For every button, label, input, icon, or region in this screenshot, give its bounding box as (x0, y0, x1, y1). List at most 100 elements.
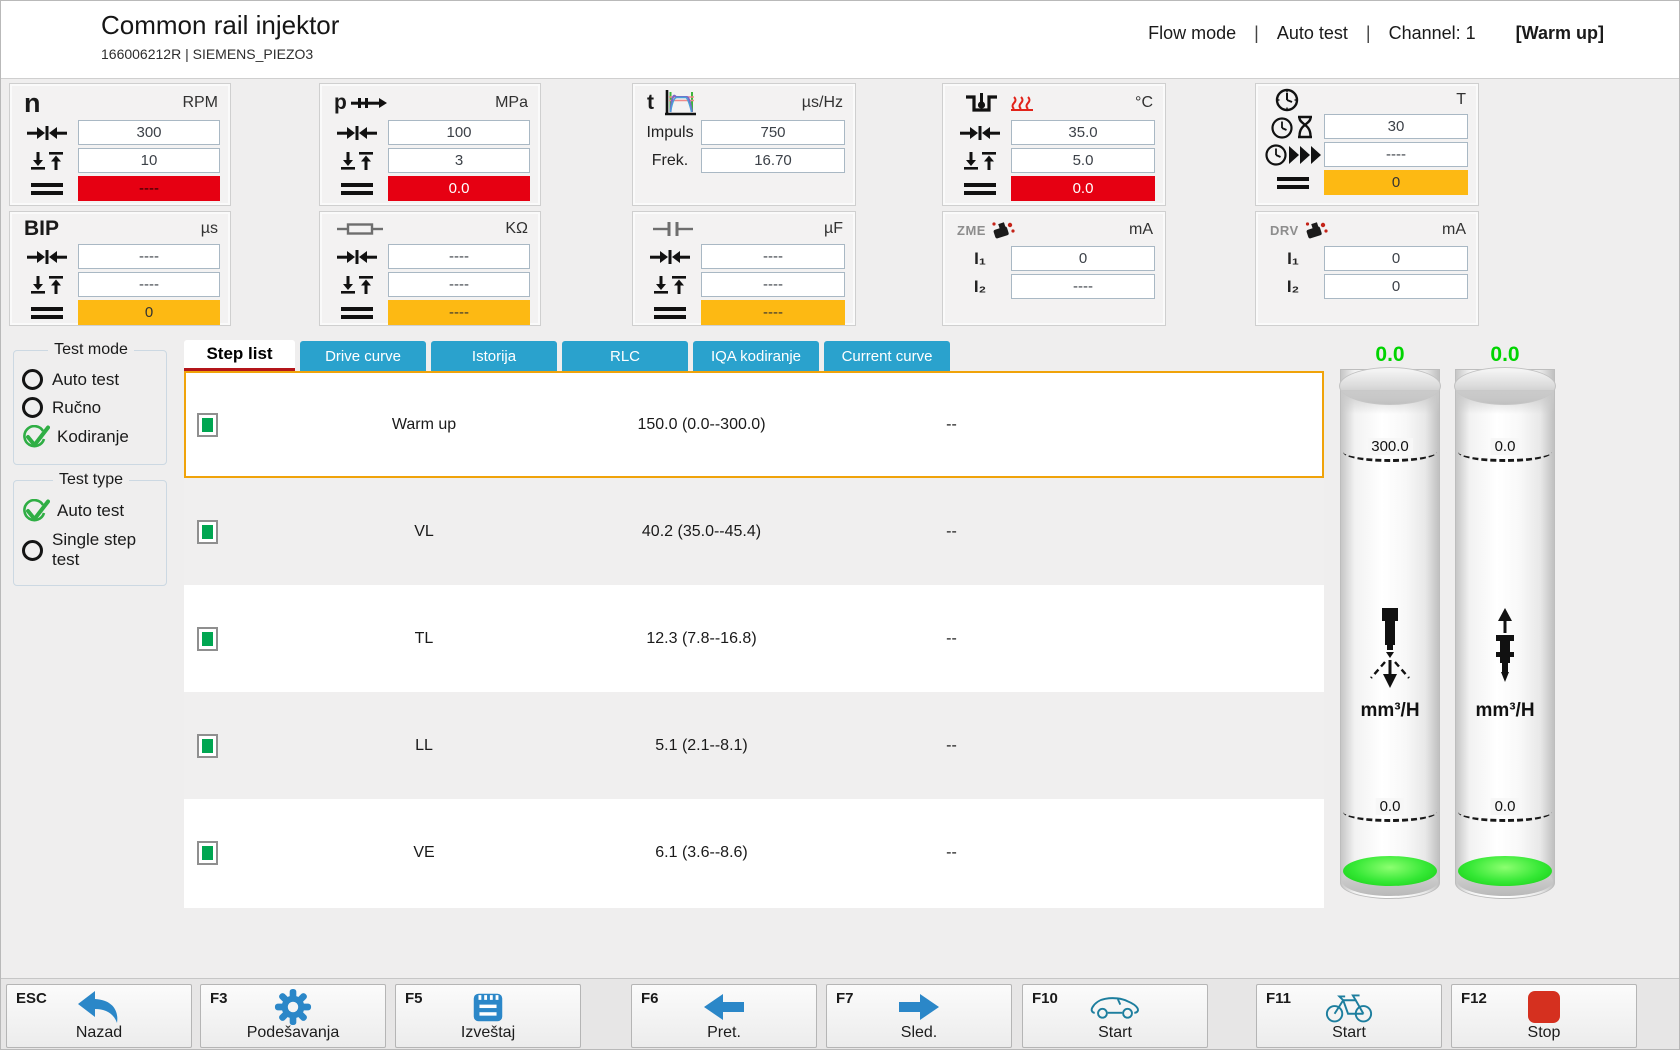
esc-back-button[interactable]: ESC Nazad (6, 984, 192, 1048)
radio-kodiranje[interactable]: Kodiranje (22, 425, 160, 449)
app-window: Common rail injektor 166006212R | SIEMEN… (0, 0, 1680, 1050)
separator: | (1366, 23, 1371, 44)
radio-checked-icon[interactable] (22, 425, 48, 449)
rpm-set-field[interactable]: 300 (78, 120, 220, 145)
clock-icon (1270, 88, 1304, 112)
injector-return-up-icon (1456, 608, 1554, 694)
setpoint-icon (16, 249, 78, 265)
step-list: Warm up 150.0 (0.0--300.0) -- VL 40.2 (3… (184, 371, 1324, 908)
flow-mode-label: Flow mode (1148, 23, 1236, 44)
bip-unit: µs (201, 220, 218, 238)
gauge-cylinder: 300.0 mm³/H 0.0 (1340, 369, 1440, 899)
button-label: Start (1023, 1024, 1207, 1042)
step-value: 5.1 (2.1--8.1) (604, 737, 799, 755)
actual-value-icon (326, 306, 388, 320)
radio-checked-icon[interactable] (22, 499, 48, 523)
clock-fastforward-icon (1262, 143, 1324, 167)
gauge-unit-label: mm³/H (1341, 700, 1439, 722)
flow-gauge-delivery: 0.0 300.0 mm³/H 0.0 (1340, 343, 1440, 903)
drv-i2-field: 0 (1324, 274, 1468, 299)
f11-start-bicycle-button[interactable]: F11 Start (1256, 984, 1442, 1048)
tolerance-icon (326, 276, 388, 294)
radio-type-auto-test[interactable]: Auto test (22, 499, 160, 523)
f10-start-car-button[interactable]: F10 Start (1022, 984, 1208, 1048)
step-checkbox[interactable] (197, 627, 218, 651)
test-type-group: Test type Auto test Single step test (13, 471, 167, 586)
drv-i2-label: I₂ (1262, 277, 1324, 297)
drv-unit: mA (1442, 221, 1466, 239)
temperature-tolerance-field[interactable]: 5.0 (1011, 148, 1155, 173)
bip-tolerance-field[interactable]: ---- (78, 272, 220, 297)
step-checkbox[interactable] (197, 520, 218, 544)
radio-unchecked-icon[interactable] (22, 540, 43, 561)
f3-settings-button[interactable]: F3 Podešavanja (200, 984, 386, 1048)
temperature-set-field[interactable]: 35.0 (1011, 120, 1155, 145)
channel-label: Channel: 1 (1389, 23, 1476, 44)
panel-temperature: °C 35.0 5.0 0.0 (942, 83, 1166, 206)
temperature-unit: °C (1135, 94, 1153, 112)
gauge-lower-mark: 0.0 (1343, 802, 1437, 822)
step-row-ve[interactable]: VE 6.1 (3.6--8.6) -- (184, 799, 1324, 906)
step-checkbox[interactable] (197, 841, 218, 865)
button-label: Start (1257, 1024, 1441, 1042)
radio-auto-test[interactable]: Auto test (22, 369, 160, 390)
pressure-symbol: p (334, 91, 347, 115)
button-label: Nazad (7, 1024, 191, 1042)
step-row-ll[interactable]: LL 5.1 (2.1--8.1) -- (184, 692, 1324, 799)
pressure-tolerance-field[interactable]: 3 (388, 148, 530, 173)
pressure-unit: MPa (495, 94, 528, 112)
time-set-field[interactable]: 30 (1324, 114, 1468, 139)
resistance-set-field[interactable]: ---- (388, 244, 530, 269)
f5-report-button[interactable]: F5 Izveštaj (395, 984, 581, 1048)
bip-actual-field: 0 (78, 300, 220, 325)
zme-unit: mA (1129, 221, 1153, 239)
zme-valve-icon (986, 219, 1020, 241)
f7-next-button[interactable]: F7 Sled. (826, 984, 1012, 1048)
capacitor-icon (647, 221, 699, 237)
step-result: -- (799, 416, 1104, 434)
step-name: VL (244, 523, 604, 541)
capacitance-actual-field: ---- (701, 300, 845, 325)
back-arrow-icon (7, 988, 191, 1026)
frequency-field[interactable]: 16.70 (701, 148, 845, 173)
rpm-tolerance-field[interactable]: 10 (78, 148, 220, 173)
temperature-actual-field: 0.0 (1011, 176, 1155, 201)
resistor-icon (334, 222, 386, 236)
step-checkbox[interactable] (197, 734, 218, 758)
gauge-current-value: 0.0 (1340, 343, 1440, 367)
stop-icon (1452, 988, 1636, 1026)
capacitance-tolerance-field[interactable]: ---- (701, 272, 845, 297)
tab-rlc[interactable]: RLC (562, 341, 688, 371)
step-row-vl[interactable]: VL 40.2 (35.0--45.4) -- (184, 478, 1324, 585)
resistance-tolerance-field[interactable]: ---- (388, 272, 530, 297)
radio-label: Ručno (52, 398, 101, 418)
setpoint-icon (16, 125, 78, 141)
radio-single-step-test[interactable]: Single step test (22, 530, 160, 570)
test-mode-title: Test mode (48, 341, 134, 359)
f6-previous-button[interactable]: F6 Pret. (631, 984, 817, 1048)
impuls-field[interactable]: 750 (701, 120, 845, 145)
radio-rucno[interactable]: Ručno (22, 397, 160, 418)
gauge-current-value: 0.0 (1455, 343, 1555, 367)
flow-gauge-return: 0.0 0.0 mm³/H 0.0 (1455, 343, 1555, 903)
radio-unchecked-icon[interactable] (22, 369, 43, 390)
test-label: Auto test (1277, 23, 1348, 44)
test-type-title: Test type (53, 471, 129, 489)
tab-current-curve[interactable]: Current curve (824, 341, 950, 371)
zme-i2-label: I₂ (949, 277, 1011, 297)
step-row-tl[interactable]: TL 12.3 (7.8--16.8) -- (184, 585, 1324, 692)
tab-istorija[interactable]: Istorija (431, 341, 557, 371)
tab-step-list[interactable]: Step list (184, 340, 295, 371)
tolerance-icon (949, 152, 1011, 170)
tab-iqa-kodiranje[interactable]: IQA kodiranje (693, 341, 819, 371)
pressure-set-field[interactable]: 100 (388, 120, 530, 145)
f12-stop-button[interactable]: F12 Stop (1451, 984, 1637, 1048)
tab-drive-curve[interactable]: Drive curve (300, 341, 426, 371)
capacitance-set-field[interactable]: ---- (701, 244, 845, 269)
step-result: -- (799, 844, 1104, 862)
step-checkbox[interactable] (197, 413, 218, 437)
step-row-warm-up[interactable]: Warm up 150.0 (0.0--300.0) -- (184, 371, 1324, 478)
radio-unchecked-icon[interactable] (22, 397, 43, 418)
bip-set-field[interactable]: ---- (78, 244, 220, 269)
button-label: Sled. (827, 1024, 1011, 1042)
